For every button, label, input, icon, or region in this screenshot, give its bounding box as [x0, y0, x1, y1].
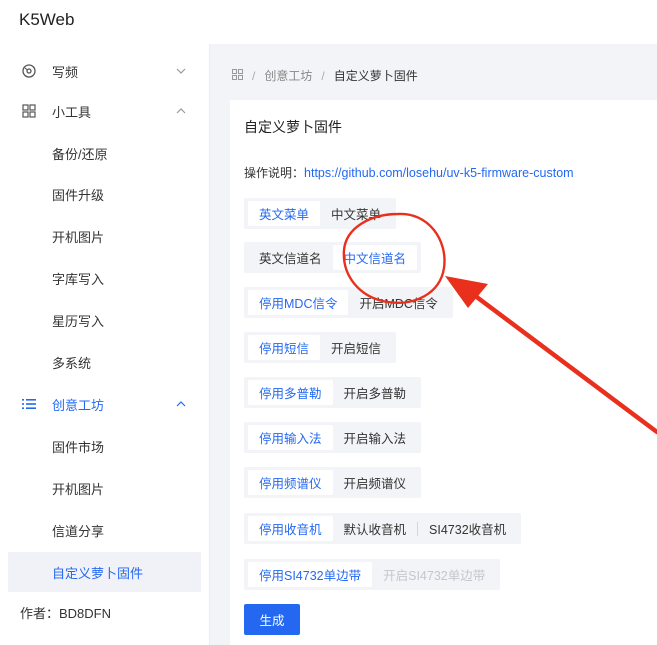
- disable-doppler-option[interactable]: 停用多普勒: [248, 380, 333, 405]
- sidebar-item-multi-system[interactable]: 多系统: [0, 342, 209, 382]
- sidebar-item-label: 创意工坊: [52, 397, 105, 413]
- breadcrumb: / 创意工坊 / 自定义萝卜固件: [232, 67, 418, 84]
- sidebar-item-tools[interactable]: 小工具: [0, 91, 209, 131]
- list-icon: [21, 396, 37, 412]
- disable-sms-option[interactable]: 停用短信: [248, 335, 321, 360]
- sidebar-item-firmware-market[interactable]: 固件市场: [0, 426, 209, 466]
- chevron-down-icon: [176, 66, 186, 77]
- disable-input-method-option[interactable]: 停用输入法: [248, 425, 333, 450]
- enable-doppler-option[interactable]: 开启多普勒: [333, 380, 418, 405]
- chinese-menu-option[interactable]: 中文菜单: [320, 201, 392, 226]
- author-text: 作者：BD8DFN: [20, 606, 112, 621]
- sidebar-item-boot-image[interactable]: 开机图片: [0, 216, 209, 256]
- sidebar-item-ephemeris-write[interactable]: 星历写入: [0, 300, 209, 340]
- disable-ssb-option[interactable]: 停用SI4732单边带: [248, 562, 373, 587]
- sidebar-item-label: 星历写入: [52, 313, 105, 329]
- english-menu-option[interactable]: 英文菜单: [248, 201, 321, 226]
- sidebar-item-label: 小工具: [52, 104, 92, 120]
- menu-language-toggle: 英文菜单 中文菜单: [244, 198, 397, 229]
- breadcrumb-item-workshop[interactable]: 创意工坊: [264, 67, 312, 84]
- sidebar-item-custom-firmware[interactable]: 自定义萝卜固件: [8, 552, 201, 592]
- description-label: 操作说明：: [244, 166, 305, 180]
- sidebar-item-backup[interactable]: 备份/还原: [0, 133, 209, 173]
- enable-ssb-option: 开启SI4732单边带: [383, 569, 486, 583]
- sidebar-item-label: 固件市场: [52, 439, 105, 455]
- mdc-toggle: 停用MDC信令 开启MDC信令: [244, 287, 453, 318]
- radio-toggle: 停用收音机 默认收音机 SI4732收音机: [244, 513, 522, 544]
- spectrum-toggle: 停用频谱仪 开启频谱仪: [244, 467, 422, 498]
- page-title: 自定义萝卜固件: [244, 119, 342, 135]
- app-title: K5Web: [19, 10, 75, 29]
- disc-icon: [21, 63, 37, 79]
- chevron-up-icon: [176, 106, 186, 117]
- sms-toggle: 停用短信 开启短信: [244, 332, 397, 363]
- english-channel-name-option[interactable]: 英文信道名: [248, 245, 333, 270]
- sidebar: 写频 小工具 备份/还原 固件升级 开机图片 字库写入 星历写入 多系统 创意工…: [0, 44, 210, 645]
- grid-icon[interactable]: [232, 68, 243, 83]
- sidebar-item-firmware-upgrade[interactable]: 固件升级: [0, 174, 209, 214]
- sidebar-item-channel-share[interactable]: 信道分享: [0, 510, 209, 550]
- si4732-radio-option[interactable]: SI4732收音机: [418, 516, 517, 541]
- sidebar-item-label: 多系统: [52, 355, 92, 371]
- default-radio-option[interactable]: 默认收音机: [333, 516, 418, 541]
- sidebar-item-label: 备份/还原: [52, 146, 108, 162]
- enable-input-method-option[interactable]: 开启输入法: [333, 425, 418, 450]
- sidebar-item-workshop[interactable]: 创意工坊: [0, 384, 209, 424]
- sidebar-item-label: 开机图片: [52, 229, 105, 245]
- ssb-toggle: 停用SI4732单边带 开启SI4732单边带: [244, 559, 501, 590]
- sidebar-item-boot-image-2[interactable]: 开机图片: [0, 468, 209, 508]
- breadcrumb-separator: /: [321, 68, 325, 83]
- enable-spectrum-option[interactable]: 开启频谱仪: [333, 470, 418, 495]
- channel-name-toggle: 英文信道名 中文信道名: [244, 242, 422, 273]
- sidebar-item-label: 自定义萝卜固件: [52, 565, 144, 581]
- breadcrumb-separator: /: [252, 68, 256, 83]
- enable-sms-option[interactable]: 开启短信: [320, 335, 392, 360]
- github-link[interactable]: https://github.com/losehu/uv-k5-firmware…: [304, 166, 574, 180]
- chinese-channel-name-option[interactable]: 中文信道名: [332, 245, 418, 270]
- disable-spectrum-option[interactable]: 停用频谱仪: [248, 470, 333, 495]
- description: 操作说明：https://github.com/losehu/uv-k5-fir…: [244, 164, 574, 181]
- input-method-toggle: 停用输入法 开启输入法: [244, 422, 422, 453]
- grid-icon: [21, 103, 37, 119]
- sidebar-item-label: 字库写入: [52, 271, 105, 287]
- doppler-toggle: 停用多普勒 开启多普勒: [244, 377, 422, 408]
- chevron-up-icon: [176, 399, 186, 410]
- sidebar-item-label: 固件升级: [52, 187, 105, 203]
- sidebar-item-write-freq[interactable]: 写频: [0, 51, 209, 91]
- disable-radio-option[interactable]: 停用收音机: [248, 516, 333, 541]
- enable-mdc-option[interactable]: 开启MDC信令: [348, 290, 448, 315]
- sidebar-item-label: 信道分享: [52, 523, 105, 539]
- sidebar-item-font-write[interactable]: 字库写入: [0, 258, 209, 298]
- breadcrumb-item-current: 自定义萝卜固件: [333, 69, 418, 83]
- sidebar-item-label: 写频: [52, 64, 79, 80]
- generate-button[interactable]: 生成: [244, 604, 300, 635]
- sidebar-item-label: 开机图片: [52, 481, 105, 497]
- disable-mdc-option[interactable]: 停用MDC信令: [248, 290, 349, 315]
